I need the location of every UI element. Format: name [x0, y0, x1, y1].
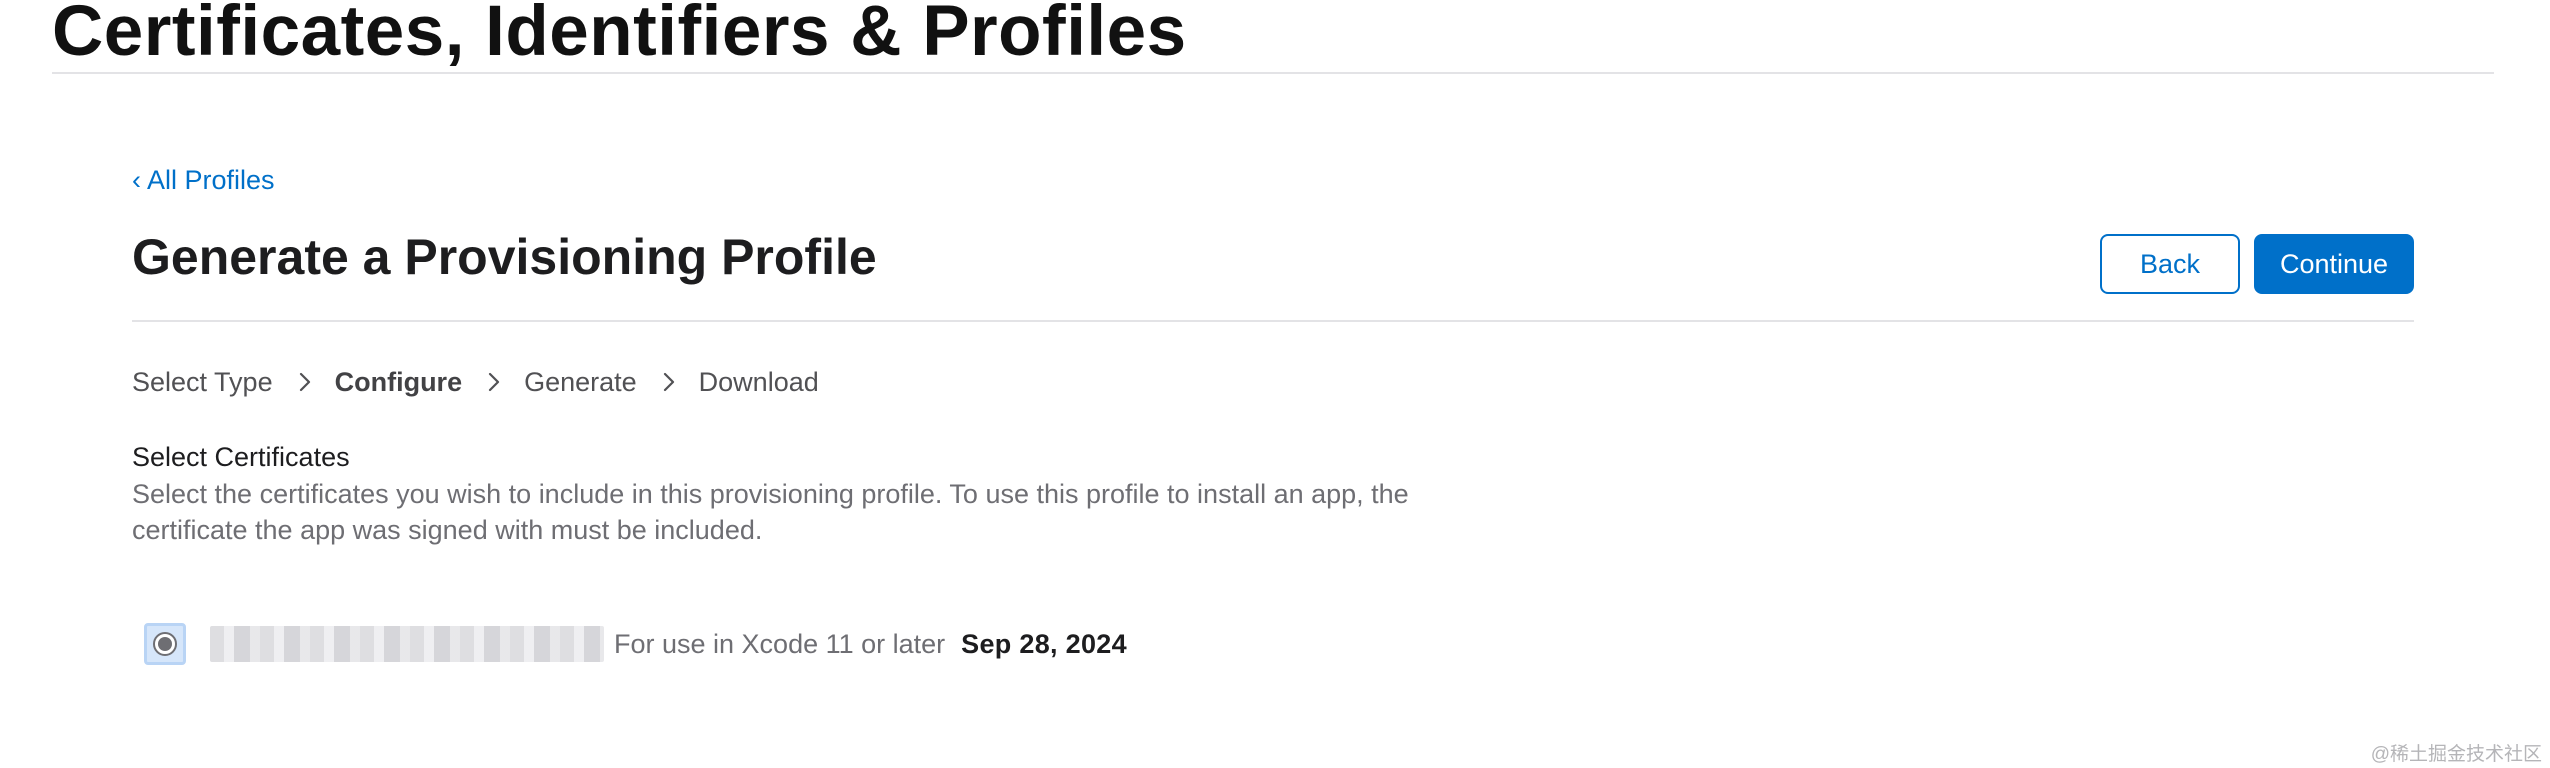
radio-selected-dot [158, 637, 172, 651]
continue-button[interactable]: Continue [2254, 234, 2414, 294]
page: Certificates, Identifiers & Profiles ‹ Al… [0, 0, 2550, 768]
header-divider [132, 320, 2414, 322]
step-download: Download [698, 367, 819, 397]
section-title: Select Certificates [132, 442, 350, 472]
step-generate: Generate [524, 367, 637, 397]
site-title: Certificates, Identifiers & Profiles [52, 0, 1187, 71]
step-configure: Configure [334, 367, 463, 397]
section-description: Select the certificates you wish to incl… [132, 479, 1409, 545]
back-button[interactable]: Back [2100, 234, 2240, 294]
certificate-expiry-date: Sep 28, 2024 [961, 628, 1127, 659]
radio-button-icon [153, 632, 177, 656]
title-divider [52, 72, 2494, 74]
step-breadcrumb: Select Type Configure Generate Download [132, 366, 819, 398]
all-profiles-link[interactable]: ‹ All Profiles [132, 164, 275, 196]
step-select-type: Select Type [132, 367, 273, 397]
chevron-right-icon [663, 372, 675, 392]
watermark: @稀土掘金技术社区 [2370, 744, 2542, 765]
certificate-row[interactable]: For use in Xcode 11 or later Sep 28, 202… [144, 620, 1127, 668]
certificate-radio[interactable] [144, 623, 186, 665]
chevron-right-icon [299, 372, 311, 392]
certificate-name-redacted [210, 626, 604, 662]
certificate-usage: For use in Xcode 11 or later [614, 628, 946, 659]
chevron-right-icon [488, 372, 500, 392]
page-title: Generate a Provisioning Profile [132, 229, 877, 285]
all-profiles-link-label: All Profiles [147, 165, 275, 195]
chevron-left-icon: ‹ [132, 165, 141, 195]
